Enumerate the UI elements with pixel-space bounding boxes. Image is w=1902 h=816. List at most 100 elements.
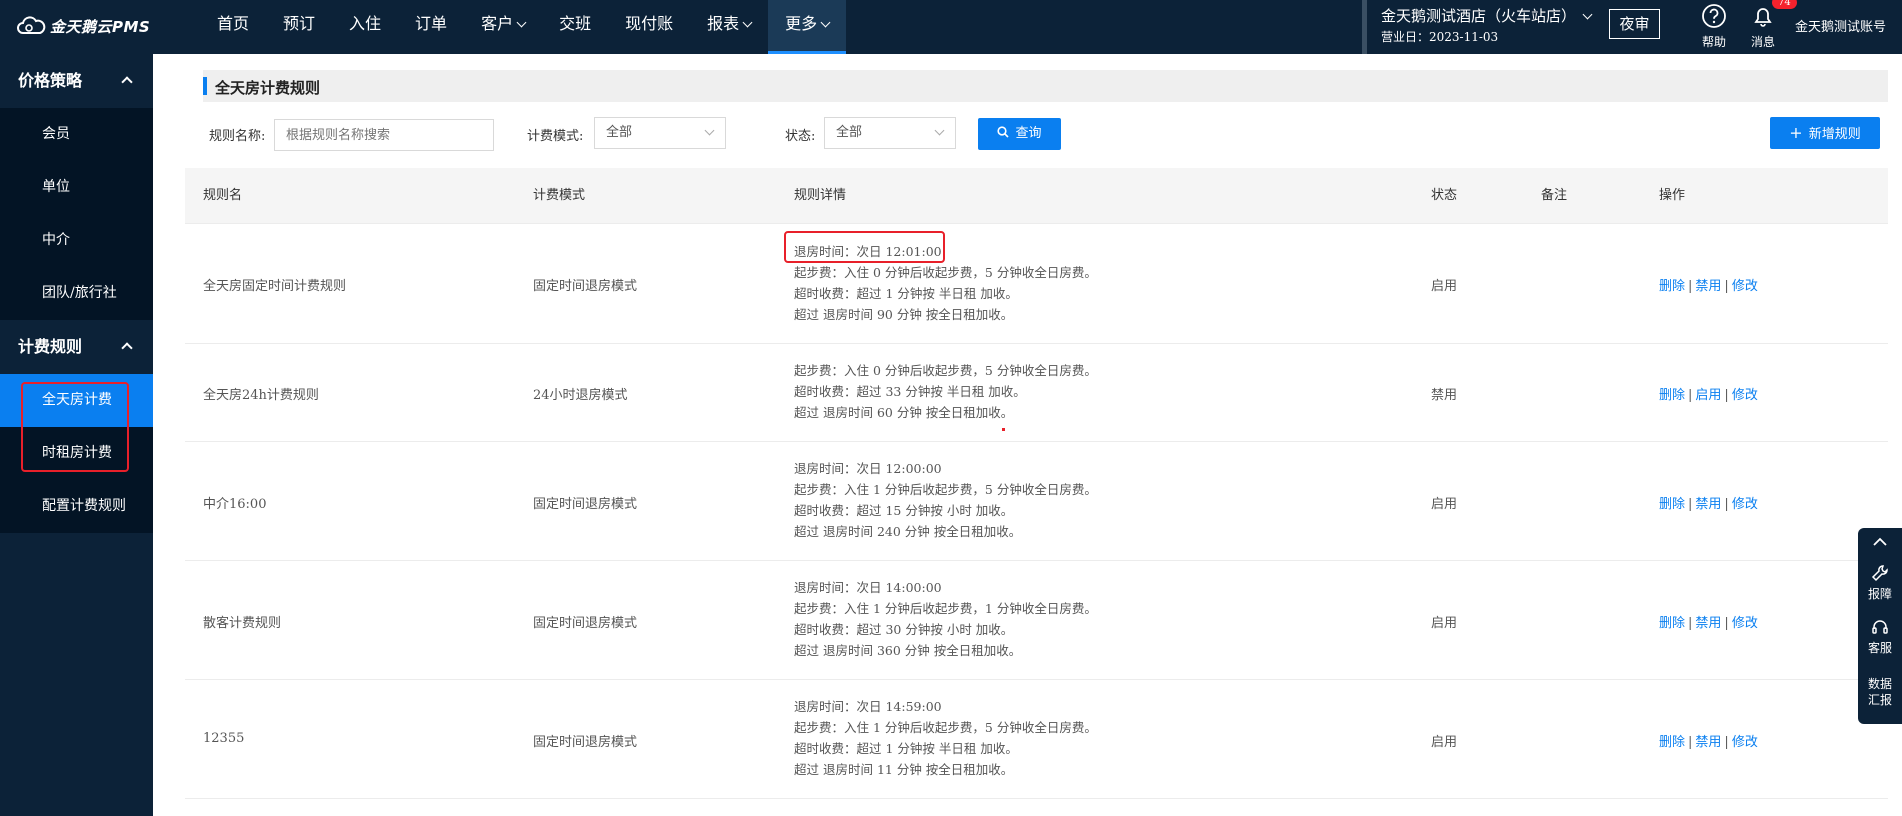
billing-mode-select[interactable]: 全部 — [594, 117, 726, 149]
hotel-name: 金天鹅测试酒店（火车站店） — [1381, 7, 1577, 25]
status-select[interactable]: 全部 — [824, 117, 956, 149]
help-button[interactable]: 帮助 — [1694, 2, 1734, 49]
message-count-badge: 74 — [1772, 0, 1797, 9]
rule-details: 退房时间：次日 12:01:00 起步费：入住 0 分钟后收起步费，5 分钟收全… — [794, 241, 1097, 325]
nav-item-customers[interactable]: 客户 — [464, 0, 542, 54]
nav-item-shift[interactable]: 交班 — [542, 0, 608, 54]
nav-item-booking[interactable]: 预订 — [266, 0, 332, 54]
separator: | — [1688, 616, 1693, 631]
nav-item-home[interactable]: 首页 — [200, 0, 266, 54]
add-rule-button-label: 新增规则 — [1808, 127, 1861, 142]
delete-link[interactable]: 删除 — [1659, 388, 1685, 403]
main-content: 全天房计费规则 规则名称: 计费模式: 全部 状态: 全部 查询 + 新增规则 规… — [153, 54, 1902, 816]
edit-link[interactable]: 修改 — [1732, 735, 1758, 750]
add-rule-button[interactable]: + 新增规则 — [1770, 117, 1880, 149]
nav-item-cash-account[interactable]: 现付账 — [608, 0, 690, 54]
sidebar-item-config-billing[interactable]: 配置计费规则 — [0, 480, 153, 533]
separator: | — [1688, 735, 1693, 750]
nav-item-orders[interactable]: 订单 — [398, 0, 464, 54]
sidebar-item-hourly-billing[interactable]: 时租房计费 — [0, 427, 153, 480]
customer-service-button[interactable]: 客服 — [1858, 618, 1902, 666]
rule-name: 散客计费规则 — [203, 616, 282, 631]
user-menu[interactable]: 金天鹅测试账号 — [1795, 16, 1886, 35]
nav-label: 首页 — [217, 14, 250, 33]
detail-line: 超时收费：超过 33 分钟按 半日租 加收。 — [794, 384, 1026, 399]
bell-icon — [1754, 8, 1772, 27]
enable-link[interactable]: 启用 — [1695, 388, 1721, 403]
status-label: 状态: — [785, 129, 816, 144]
help-icon — [1702, 4, 1726, 28]
row-actions: 删除 | 禁用 | 修改 — [1659, 731, 1758, 750]
wrench-icon — [1871, 565, 1888, 582]
sidebar-group-label: 计费规则 — [18, 337, 83, 356]
sidebar-item-company[interactable]: 单位 — [0, 161, 153, 214]
delete-link[interactable]: 删除 — [1659, 279, 1685, 294]
separator: | — [1724, 388, 1729, 403]
report-issue-label: 报障 — [1867, 587, 1892, 601]
edit-link[interactable]: 修改 — [1732, 279, 1758, 294]
rule-details: 退房时间：次日 12:00:00 起步费：入住 1 分钟后收起步费，5 分钟收全… — [794, 458, 1097, 542]
sidebar-group-billing-rules[interactable]: 计费规则 — [0, 320, 153, 374]
detail-line: 起步费：入住 1 分钟后收起步费，5 分钟收全日房费。 — [794, 482, 1097, 497]
detail-line: 超过 退房时间 360 分钟 按全日租加收。 — [794, 643, 1022, 658]
rule-name-search-input[interactable] — [274, 119, 494, 151]
detail-line: 超时收费：超过 1 分钟按 半日租 加收。 — [794, 286, 1018, 301]
detail-line: 退房时间：次日 12:00:00 — [794, 461, 942, 476]
delete-link[interactable]: 删除 — [1659, 497, 1685, 512]
edit-link[interactable]: 修改 — [1732, 616, 1758, 631]
query-button[interactable]: 查询 — [978, 118, 1061, 150]
delete-link[interactable]: 删除 — [1659, 735, 1685, 750]
nav-item-reports[interactable]: 报表 — [690, 0, 768, 54]
disable-link[interactable]: 禁用 — [1695, 279, 1721, 294]
separator: | — [1724, 497, 1729, 512]
data-report-label-line1: 数据 — [1867, 677, 1892, 691]
scroll-top-button[interactable] — [1858, 536, 1902, 556]
row-actions: 删除 | 禁用 | 修改 — [1659, 275, 1758, 294]
disable-link[interactable]: 禁用 — [1695, 616, 1721, 631]
report-issue-button[interactable]: 报障 — [1858, 564, 1902, 612]
table-row: 12355 固定时间退房模式 退房时间：次日 14:59:00 起步费：入住 1… — [185, 680, 1888, 799]
nav-label: 交班 — [559, 14, 592, 33]
chevron-up-icon — [121, 76, 133, 88]
disable-link[interactable]: 禁用 — [1695, 735, 1721, 750]
hotel-selector[interactable]: 金天鹅测试酒店（火车站店） — [1381, 5, 1593, 26]
nav-label: 订单 — [415, 14, 448, 33]
chevron-down-icon — [704, 125, 715, 136]
nav-item-more[interactable]: 更多 — [768, 0, 847, 54]
sidebar-item-agent[interactable]: 中介 — [0, 214, 153, 267]
messages-button[interactable]: 74 消息 — [1743, 0, 1797, 49]
edit-link[interactable]: 修改 — [1732, 388, 1758, 403]
sidebar-item-group-travel[interactable]: 团队/旅行社 — [0, 267, 153, 320]
disable-link[interactable]: 禁用 — [1695, 497, 1721, 512]
data-report-button[interactable]: 数据 汇报 — [1858, 676, 1902, 716]
logo[interactable]: 金天鹅云PMS — [16, 14, 150, 38]
nav-item-checkin[interactable]: 入住 — [332, 0, 398, 54]
column-header-actions: 操作 — [1659, 188, 1686, 203]
detail-line: 退房时间：次日 12:01:00 — [794, 244, 942, 259]
status-value: 全部 — [836, 125, 863, 140]
rule-name-label: 规则名称: — [209, 129, 266, 144]
column-header-name: 规则名 — [203, 188, 243, 203]
rule-name: 中介16:00 — [203, 497, 267, 512]
billing-mode-label: 计费模式: — [527, 129, 584, 144]
cloud-logo-icon — [17, 16, 46, 34]
detail-line: 超过 退房时间 11 分钟 按全日租加收。 — [794, 762, 1014, 777]
nav-label: 现付账 — [625, 14, 674, 33]
sidebar-item-member[interactable]: 会员 — [0, 108, 153, 161]
delete-link[interactable]: 删除 — [1659, 616, 1685, 631]
detail-line: 超时收费：超过 15 分钟按 小时 加收。 — [794, 503, 1014, 518]
chevron-down-icon — [934, 125, 945, 136]
sidebar-item-full-day-billing[interactable]: 全天房计费 — [0, 374, 153, 427]
sidebar-group-price-strategy[interactable]: 价格策略 — [0, 54, 153, 108]
nav-label: 报表 — [707, 14, 740, 33]
chevron-down-icon — [742, 17, 753, 28]
edit-link[interactable]: 修改 — [1732, 497, 1758, 512]
rule-name: 全天房24h计费规则 — [203, 388, 319, 403]
night-audit-button[interactable]: 夜审 — [1609, 9, 1660, 39]
rule-name: 12355 — [203, 731, 245, 746]
business-date: 营业日：2023-11-03 — [1381, 30, 1499, 44]
logo-text: 金天鹅云PMS — [50, 17, 151, 36]
rule-details: 退房时间：次日 14:00:00 起步费：入住 1 分钟后收起步费，1 分钟收全… — [794, 577, 1097, 661]
column-header-details: 规则详情 — [794, 188, 847, 203]
top-navigation-bar: 金天鹅云PMS 首页 预订 入住 订单 客户 交班 现付账 报表 更多 金天鹅测… — [0, 0, 1902, 54]
